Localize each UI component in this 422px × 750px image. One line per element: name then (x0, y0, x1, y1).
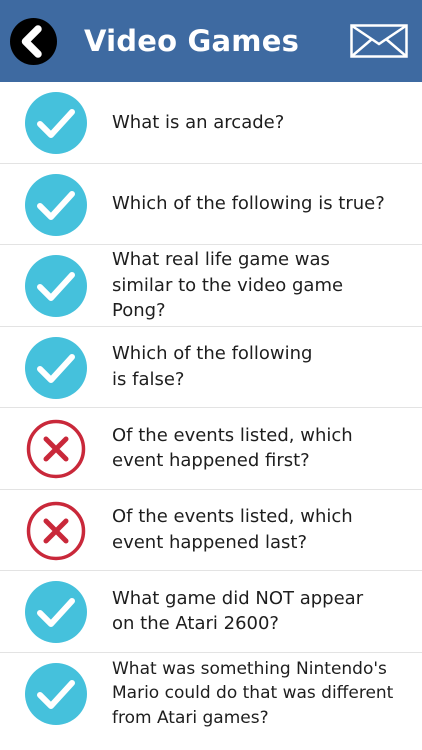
check-circle-icon (25, 92, 87, 154)
question-row[interactable]: What real life game was similar to the v… (0, 245, 422, 327)
question-text: What game did NOT appear on the Atari 26… (112, 587, 364, 635)
chevron-left-icon (21, 25, 42, 58)
x-circle-icon (26, 419, 86, 479)
question-text: What is an arcade? (112, 111, 285, 133)
question-row[interactable]: Which of the following is true? (0, 164, 422, 245)
question-row[interactable]: Of the events listed, which event happen… (0, 408, 422, 490)
question-list: What is an arcade? Which of the followin… (0, 82, 422, 734)
check-circle-icon (25, 336, 87, 399)
question-text: What real life game was similar to the v… (112, 249, 344, 321)
question-row[interactable]: What game did NOT appear on the Atari 26… (0, 571, 422, 653)
envelope-icon (350, 24, 408, 58)
question-row[interactable]: What was something Nintendo's Mario coul… (0, 653, 422, 735)
question-row[interactable]: Of the events listed, which event happen… (0, 490, 422, 571)
check-circle-icon (25, 581, 87, 643)
question-text: Which of the following is false? (112, 343, 313, 390)
question-row[interactable]: What is an arcade? (0, 82, 422, 164)
question-text: Of the events listed, which event happen… (112, 424, 353, 472)
page-title: Video Games (84, 24, 300, 58)
mail-button[interactable] (350, 24, 408, 58)
app-header: Video Games (0, 0, 422, 82)
x-circle-icon (26, 501, 86, 560)
question-text: What was something Nintendo's Mario coul… (112, 658, 394, 728)
check-circle-icon (25, 173, 87, 236)
check-circle-icon (25, 255, 87, 317)
check-circle-icon (25, 662, 87, 725)
question-text: Of the events listed, which event happen… (112, 506, 353, 553)
question-text: Which of the following is true? (112, 193, 385, 214)
question-row[interactable]: Which of the following is false? (0, 327, 422, 408)
back-button[interactable] (10, 18, 57, 65)
